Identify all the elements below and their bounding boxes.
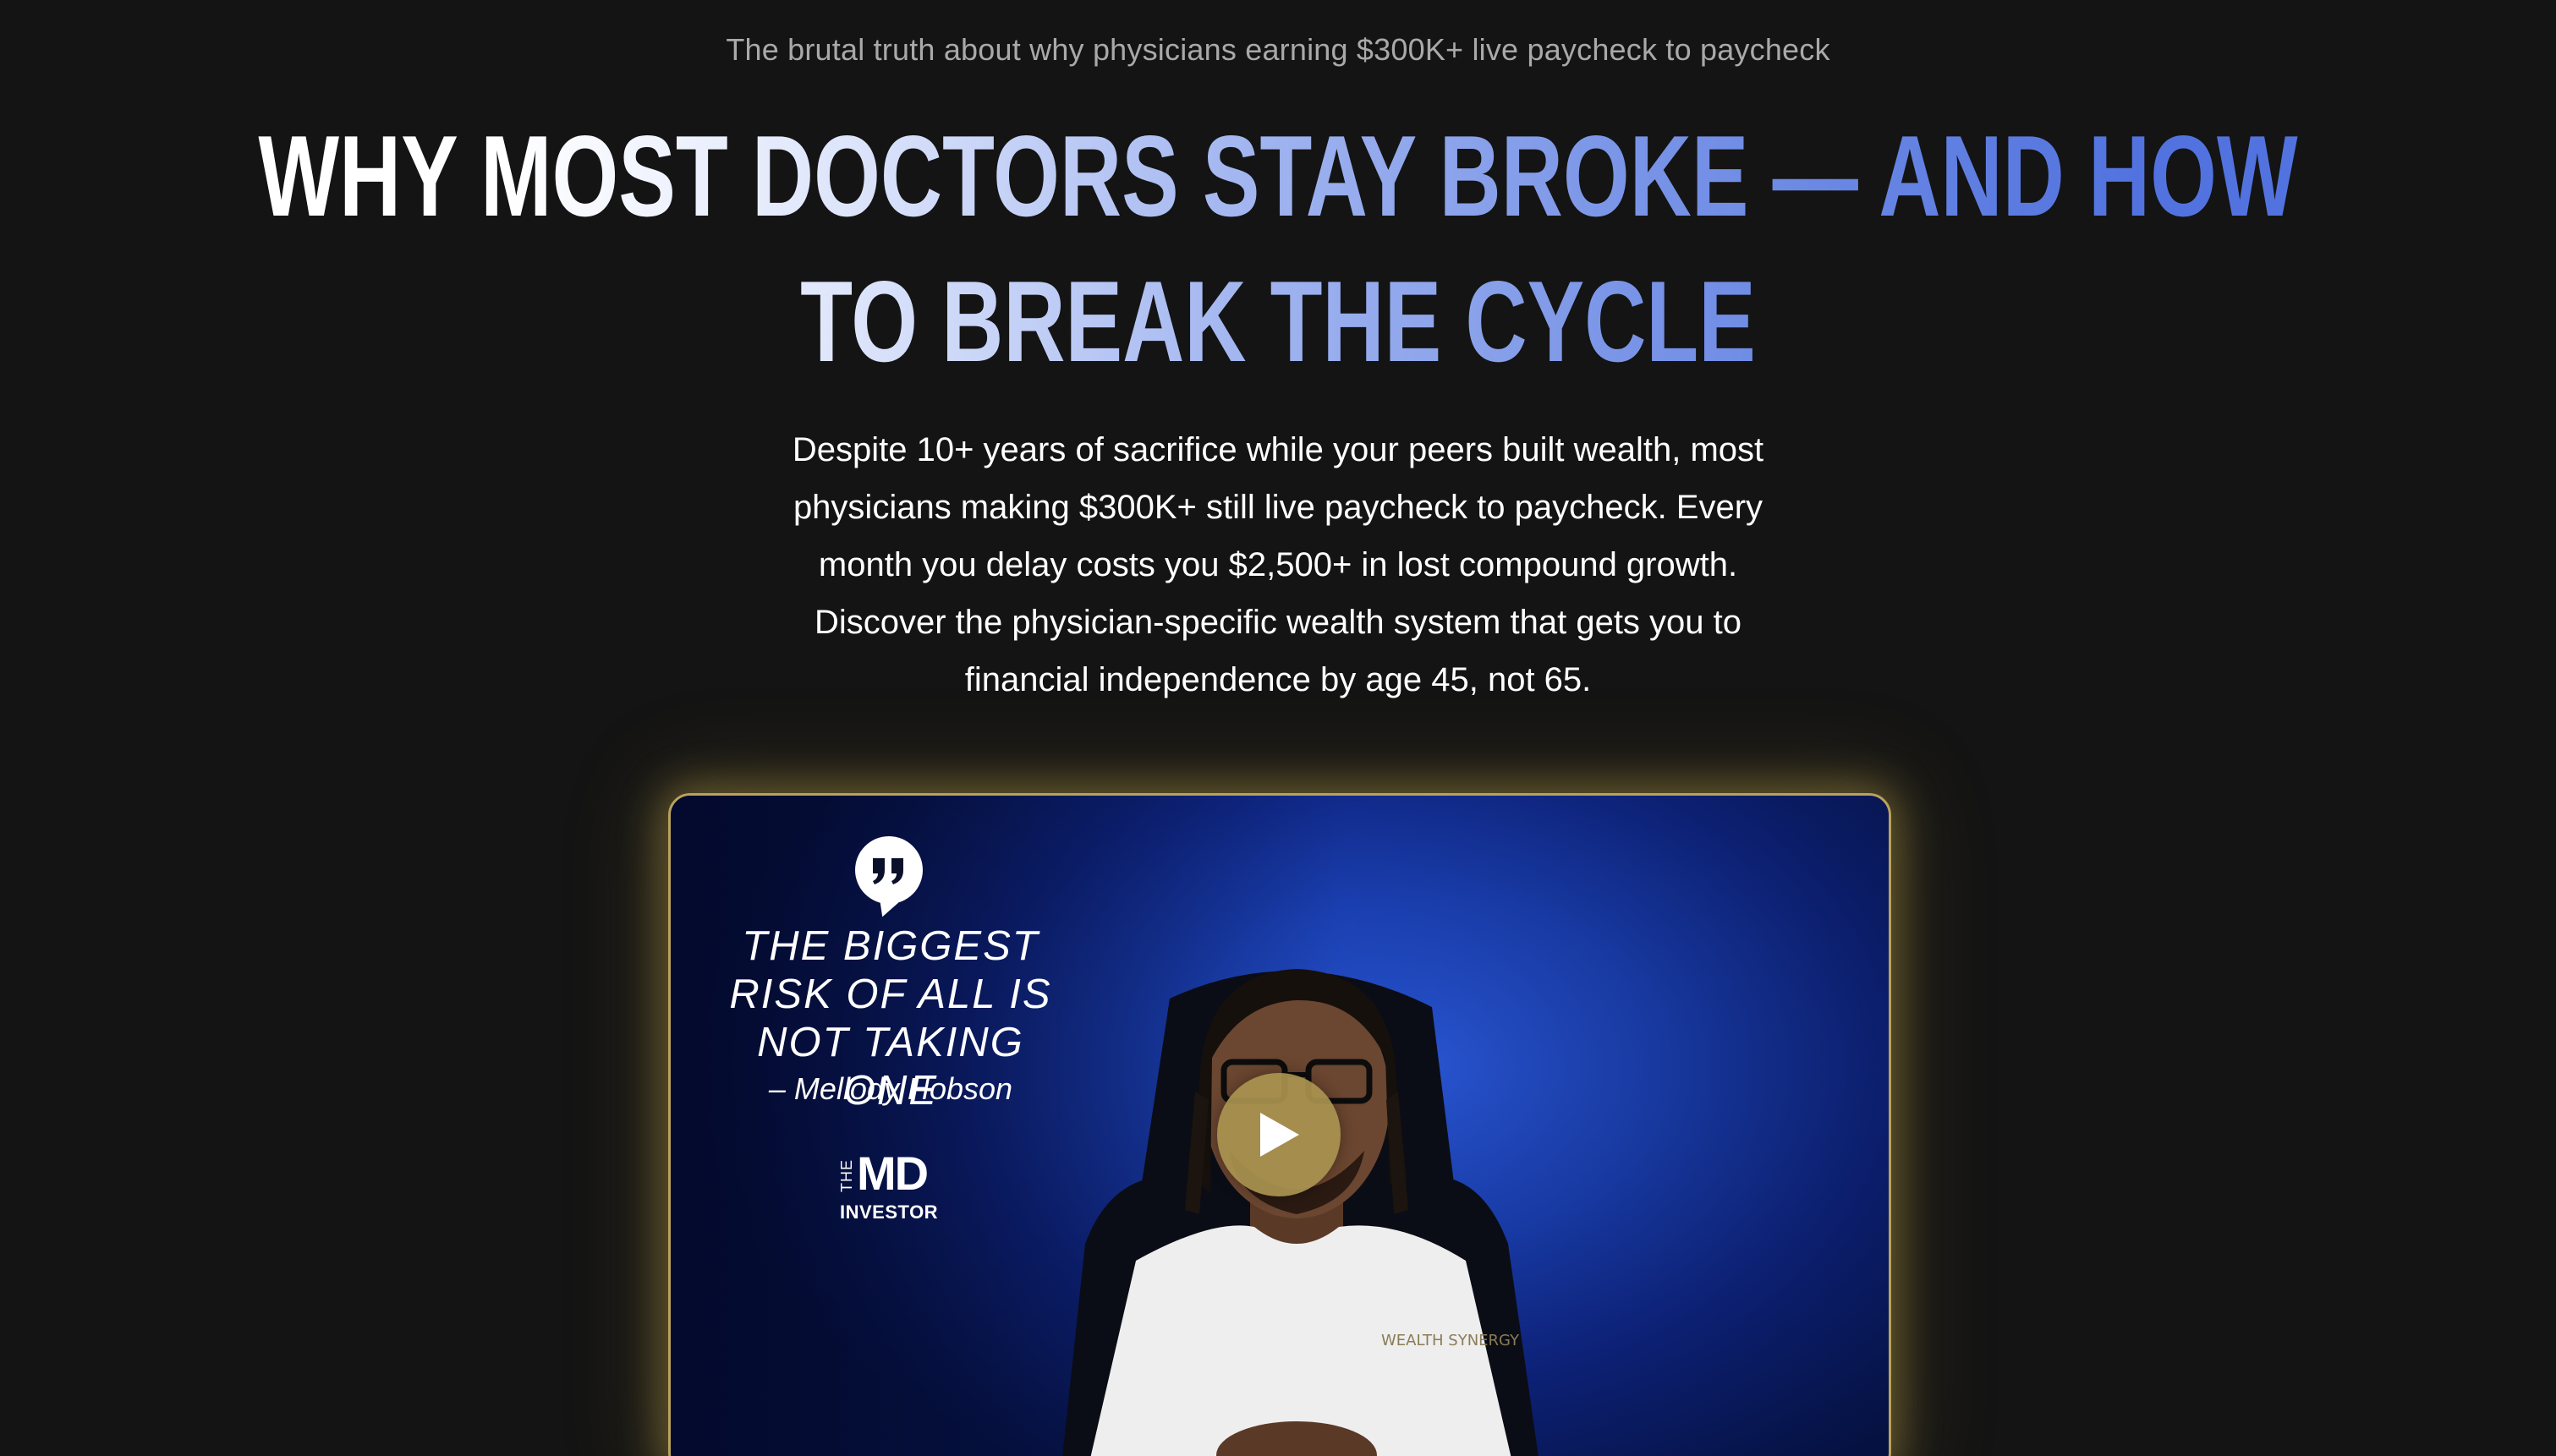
- page-headline: WHY MOST DOCTORS STAY BROKE — AND HOW TO…: [207, 103, 2350, 394]
- shirt-logo-text: WEALTH SYNERGY: [1381, 1332, 1520, 1349]
- quote-icon: [855, 836, 923, 904]
- play-icon: [1260, 1113, 1299, 1157]
- play-button[interactable]: [1217, 1073, 1341, 1196]
- logo-investor: INVESTOR: [840, 1201, 939, 1223]
- logo-the: THE: [838, 1159, 855, 1192]
- md-investor-logo: THE MD INVESTOR: [838, 1147, 948, 1227]
- headline-wrapper: WHY MOST DOCTORS STAY BROKE — AND HOW TO…: [0, 103, 2556, 394]
- landing-page: The brutal truth about why physicians ea…: [0, 0, 2556, 1456]
- logo-md: MD: [857, 1147, 929, 1200]
- eyebrow-text: The brutal truth about why physicians ea…: [726, 32, 1830, 67]
- hero-description: Despite 10+ years of sacrifice while you…: [792, 431, 1764, 698]
- video-player[interactable]: THE BIGGEST RISK OF ALL IS NOT TAKING ON…: [668, 793, 1891, 1456]
